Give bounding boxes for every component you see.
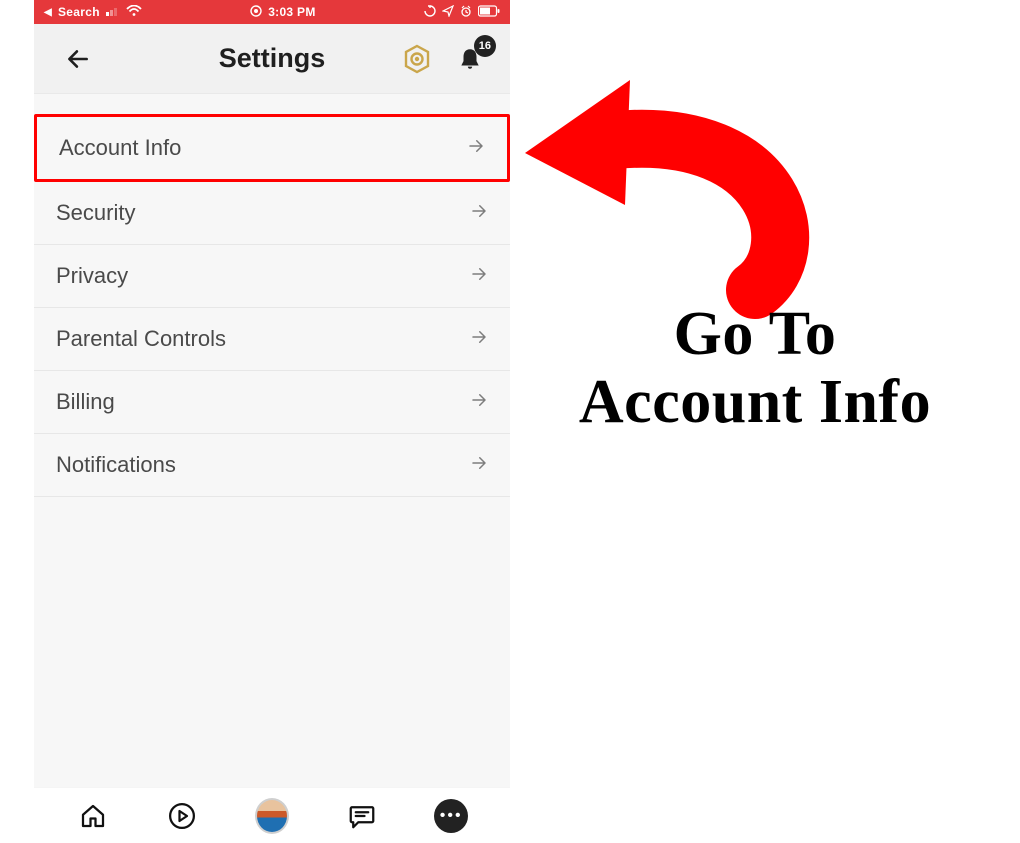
settings-row-label: Account Info bbox=[59, 135, 181, 161]
settings-row-label: Parental Controls bbox=[56, 326, 226, 352]
chevron-right-icon bbox=[470, 265, 488, 288]
settings-row-label: Security bbox=[56, 200, 135, 226]
status-right bbox=[424, 5, 500, 20]
settings-list: Account Info Security Privacy Parental C… bbox=[34, 94, 510, 787]
robux-button[interactable] bbox=[402, 44, 432, 74]
nav-discover[interactable] bbox=[165, 799, 199, 833]
wifi-icon bbox=[126, 5, 142, 20]
status-back-app: Search bbox=[58, 5, 100, 19]
nav-avatar[interactable] bbox=[255, 799, 289, 833]
recording-indicator-icon bbox=[250, 5, 262, 20]
battery-icon bbox=[478, 5, 500, 20]
notifications-button[interactable]: 16 bbox=[456, 45, 484, 73]
play-circle-icon bbox=[167, 801, 197, 831]
settings-row-parental-controls[interactable]: Parental Controls bbox=[34, 308, 510, 371]
nav-home[interactable] bbox=[76, 799, 110, 833]
nav-more[interactable]: ••• bbox=[434, 799, 468, 833]
settings-row-label: Billing bbox=[56, 389, 115, 415]
arrow-left-icon bbox=[65, 46, 91, 72]
annotation-line2: Account Info bbox=[520, 368, 990, 436]
chevron-right-icon bbox=[470, 454, 488, 477]
back-button[interactable] bbox=[64, 45, 92, 73]
signal-icon bbox=[106, 5, 120, 19]
chevron-right-icon bbox=[470, 202, 488, 225]
settings-row-billing[interactable]: Billing bbox=[34, 371, 510, 434]
phone-container: ◀ Search 3:03 PM bbox=[34, 0, 510, 843]
status-time: 3:03 PM bbox=[268, 5, 315, 19]
home-icon bbox=[78, 801, 108, 831]
settings-row-privacy[interactable]: Privacy bbox=[34, 245, 510, 308]
settings-row-label: Privacy bbox=[56, 263, 128, 289]
notification-badge: 16 bbox=[474, 35, 496, 57]
header: Settings 16 bbox=[34, 24, 510, 94]
status-left: ◀ Search bbox=[44, 5, 142, 20]
alarm-icon bbox=[460, 5, 472, 20]
settings-row-label: Notifications bbox=[56, 452, 176, 478]
settings-row-notifications[interactable]: Notifications bbox=[34, 434, 510, 497]
chat-icon bbox=[347, 801, 377, 831]
location-icon bbox=[442, 5, 454, 20]
nav-chat[interactable] bbox=[345, 799, 379, 833]
status-center: 3:03 PM bbox=[250, 5, 315, 20]
more-icon: ••• bbox=[434, 799, 468, 833]
avatar-icon bbox=[255, 798, 289, 834]
page-title: Settings bbox=[219, 43, 326, 74]
chevron-right-icon bbox=[470, 328, 488, 351]
robux-icon bbox=[402, 44, 432, 74]
annotation-line1: Go To bbox=[520, 300, 990, 368]
orientation-lock-icon bbox=[424, 5, 436, 20]
chevron-right-icon bbox=[467, 137, 485, 160]
settings-row-security[interactable]: Security bbox=[34, 182, 510, 245]
annotation-text: Go To Account Info bbox=[520, 300, 990, 436]
chevron-right-icon bbox=[470, 391, 488, 414]
back-triangle-icon: ◀ bbox=[44, 7, 52, 18]
bottom-nav: ••• bbox=[34, 787, 510, 843]
header-actions: 16 bbox=[402, 44, 484, 74]
settings-row-account-info[interactable]: Account Info bbox=[34, 114, 510, 182]
status-bar: ◀ Search 3:03 PM bbox=[34, 0, 510, 24]
